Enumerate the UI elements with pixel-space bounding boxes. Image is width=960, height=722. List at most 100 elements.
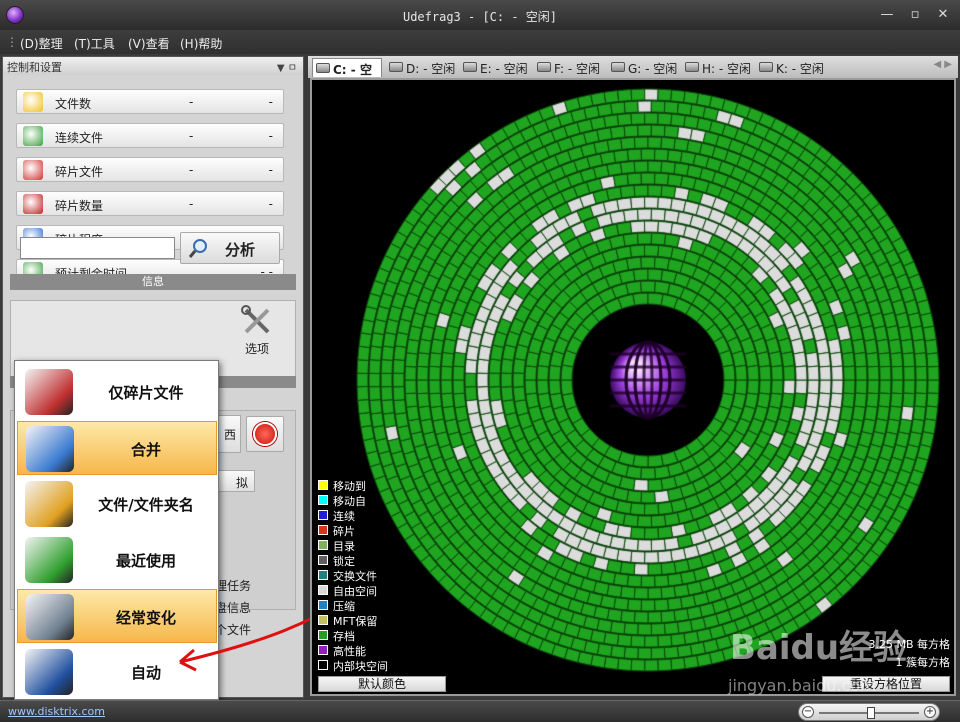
legend-swatch <box>318 570 328 580</box>
minimize-icon[interactable]: — <box>876 6 898 24</box>
tab-label: K: - 空闲 <box>776 62 824 76</box>
fragmented-only-icon <box>25 369 73 415</box>
fragment-count-icon <box>23 194 43 214</box>
status-bar: www.disktrix.com − + <box>0 700 960 722</box>
legend-item: 目录 <box>318 538 438 553</box>
legend-item: 自由空间 <box>318 583 438 598</box>
legend-item: 高性能 <box>318 643 438 658</box>
info-section-header[interactable]: 信息 <box>10 274 296 290</box>
tools-icon <box>241 305 270 334</box>
legend-item: MFT保留 <box>318 613 438 628</box>
tab-drive-0[interactable]: C: - 空闲 <box>312 58 382 94</box>
stop-button[interactable] <box>246 416 284 452</box>
legend-swatch <box>318 645 328 655</box>
close-icon[interactable]: ✕ <box>932 6 954 24</box>
tab-scroll-icon[interactable]: ◀ ▶ <box>933 59 952 70</box>
panel-title: 控制和设置 ▼ ㅁ <box>3 57 303 75</box>
menu-tools[interactable]: (T)工具 <box>74 35 115 52</box>
zoom-in-icon[interactable]: + <box>924 706 936 718</box>
tab-label: H: - 空闲 <box>702 62 752 76</box>
consolidate-icon <box>26 426 74 472</box>
menu-item-recently-used[interactable]: 最近使用 <box>17 533 217 587</box>
legend-label: 压缩 <box>333 600 355 613</box>
stat-value: - <box>189 129 194 143</box>
title-bar: Udefrag3 - [C: - 空闲] — ▫ ✕ <box>0 0 960 30</box>
watermark-url: jingyan.baidu.com <box>728 676 876 695</box>
legend-swatch <box>318 510 328 520</box>
stat-value-secondary: - <box>268 163 273 177</box>
stat-value: - <box>189 163 194 177</box>
frequently-changed-icon <box>26 594 74 640</box>
tab-drive-4[interactable]: G: - 空闲 <box>608 58 680 77</box>
drive-tabs: C: - 空闲 D: - 空闲 E: - 空闲 F: - 空闲 G: - 空闲 H: - … <box>308 56 958 94</box>
menu-grip-icon: ⋮ <box>6 35 18 49</box>
zoom-out-icon[interactable]: − <box>802 706 814 718</box>
stat-value: - <box>189 197 194 211</box>
legend-item: 碎片 <box>318 523 438 538</box>
stat-label: 文件数 <box>55 97 92 111</box>
zoom-slider[interactable]: − + <box>798 703 940 721</box>
stat-row: 文件数 - - <box>16 89 284 114</box>
stat-value-secondary: - <box>268 197 273 211</box>
hard-drive-icon <box>611 62 625 72</box>
legend-swatch <box>318 480 328 490</box>
menu-defrag[interactable]: (D)整理 <box>20 35 63 52</box>
menu-item-label: 最近使用 <box>115 552 176 570</box>
menu-view[interactable]: (V)查看 <box>128 35 170 52</box>
menu-item-file-folder-name[interactable]: 文件/文件夹名 <box>17 477 217 531</box>
window-title: Udefrag3 - [C: - 空闲] <box>402 10 558 24</box>
legend-item: 移动自 <box>318 493 438 508</box>
menu-help[interactable]: (H)帮助 <box>180 35 222 52</box>
path-input[interactable] <box>20 237 175 259</box>
contiguous-files-icon <box>23 126 43 146</box>
legend-label: 自由空间 <box>333 585 377 598</box>
tab-drive-6[interactable]: K: - 空闲 <box>756 58 828 77</box>
file-folder-name-icon <box>25 481 73 527</box>
panel-pin-icon[interactable]: ▼ ㅁ <box>277 59 297 74</box>
hard-drive-icon <box>685 62 699 72</box>
menu-bar: ⋮ (D)整理 (T)工具 (V)查看 (H)帮助 <box>0 30 960 54</box>
hard-drive-icon <box>316 63 330 73</box>
tab-label: E: - 空闲 <box>480 62 528 76</box>
default-colors-button[interactable]: 默认颜色 <box>318 676 446 692</box>
legend-label: 碎片 <box>333 525 355 538</box>
legend-label: 连续 <box>333 510 355 523</box>
legend-label: 高性能 <box>333 645 366 658</box>
legend-item: 压缩 <box>318 598 438 613</box>
panel-title-text: 控制和设置 <box>7 61 62 74</box>
menu-item-fragmented-only[interactable]: 仅碎片文件 <box>17 365 217 419</box>
options-button[interactable]: 选项 <box>232 304 282 358</box>
tab-label: D: - 空闲 <box>406 62 456 76</box>
legend-label: 锁定 <box>333 555 355 568</box>
website-link[interactable]: www.disktrix.com <box>8 705 105 718</box>
stat-row: 碎片数量 - - <box>16 191 284 216</box>
legend-swatch <box>318 555 328 565</box>
legend-swatch <box>318 540 328 550</box>
legend-swatch <box>318 600 328 610</box>
legend-label: 移动到 <box>333 480 366 493</box>
stat-label: 碎片文件 <box>55 165 104 179</box>
menu-item-consolidate[interactable]: 合并 <box>17 421 217 475</box>
tab-drive-3[interactable]: F: - 空闲 <box>534 58 606 77</box>
zoom-thumb[interactable] <box>867 707 875 719</box>
tab-drive-5[interactable]: H: - 空闲 <box>682 58 754 77</box>
tab-drive-2[interactable]: E: - 空闲 <box>460 58 532 77</box>
legend-item: 移动到 <box>318 478 438 493</box>
menu-item-label: 仅碎片文件 <box>108 384 184 402</box>
legend-item: 交换文件 <box>318 568 438 583</box>
legend-label: MFT保留 <box>333 615 378 628</box>
analyze-label: 分析 <box>225 241 256 259</box>
legend-swatch <box>318 585 328 595</box>
legend-swatch <box>318 495 328 505</box>
legend-label: 交换文件 <box>333 570 377 583</box>
tab-label: F: - 空闲 <box>554 62 600 76</box>
maximize-icon[interactable]: ▫ <box>904 6 926 24</box>
stat-label: 连续文件 <box>55 131 104 145</box>
menu-item-label: 文件/文件夹名 <box>98 496 194 514</box>
tab-drive-1[interactable]: D: - 空闲 <box>386 58 458 77</box>
stat-label: 碎片数量 <box>55 199 104 213</box>
legend-item: 存档 <box>318 628 438 643</box>
analyze-button[interactable]: 分析 <box>180 232 280 264</box>
hard-drive-icon <box>537 62 551 72</box>
legend: 移动到 移动自 连续 碎片 目录 锁定 交换文件 自由空间 压缩 MFT保留 存档 高性能 内部块空间 <box>318 478 438 673</box>
